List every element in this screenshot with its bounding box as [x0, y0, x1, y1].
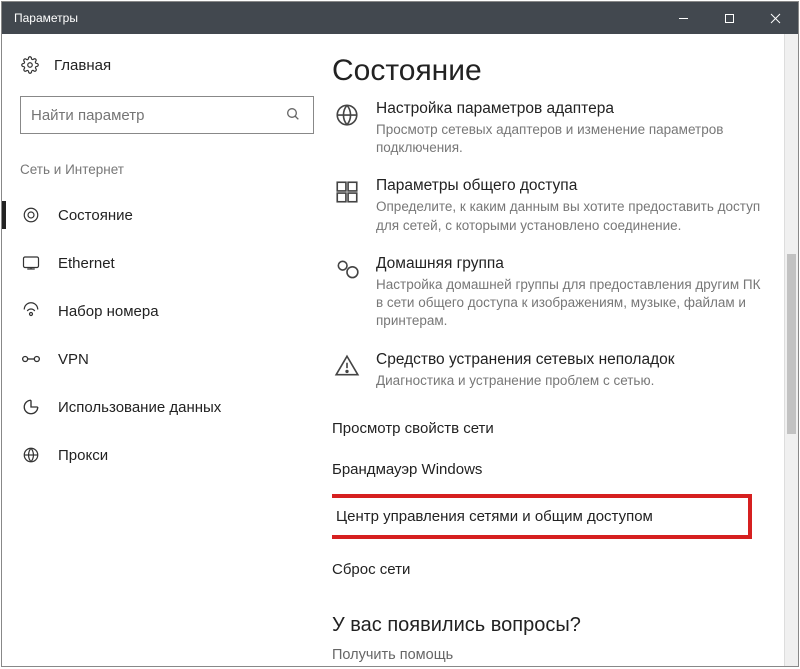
option-title: Настройка параметров адаптера: [376, 100, 766, 118]
link-help[interactable]: Получить помощь: [332, 647, 786, 663]
main-panel: Состояние Настройка параметров адаптера …: [332, 34, 798, 666]
status-icon: [20, 206, 42, 224]
option-sharing[interactable]: Параметры общего доступа Определите, к к…: [332, 177, 786, 234]
section-label: Сеть и Интернет: [20, 162, 314, 177]
sidebar-item-proxy[interactable]: Прокси: [2, 431, 314, 479]
option-title: Домашняя группа: [376, 255, 766, 273]
link-reset[interactable]: Сброс сети: [332, 551, 786, 588]
option-adapter[interactable]: Настройка параметров адаптера Просмотр с…: [332, 100, 786, 157]
minimize-button[interactable]: [660, 2, 706, 34]
dialup-icon: [20, 302, 42, 320]
window-title: Параметры: [14, 11, 660, 25]
option-troubleshoot[interactable]: Средство устранения сетевых неполадок Ди…: [332, 351, 786, 390]
globe-icon: [332, 100, 362, 157]
close-button[interactable]: [752, 2, 798, 34]
scrollbar[interactable]: [784, 34, 798, 666]
link-sharing-center-highlighted[interactable]: Центр управления сетями и общим доступом: [332, 494, 752, 539]
sidebar-item-label: Состояние: [58, 207, 133, 224]
sidebar-item-label: Набор номера: [58, 303, 159, 320]
sidebar-item-data-usage[interactable]: Использование данных: [2, 383, 314, 431]
option-desc: Диагностика и устранение проблем с сетью…: [376, 372, 675, 390]
link-firewall[interactable]: Брандмауэр Windows: [332, 451, 786, 488]
sidebar: Главная Сеть и Интернет Состояние: [2, 34, 332, 666]
sidebar-item-label: Ethernet: [58, 255, 115, 272]
maximize-button[interactable]: [706, 2, 752, 34]
search-input[interactable]: [31, 107, 285, 124]
page-heading: Состояние: [332, 54, 786, 88]
option-homegroup[interactable]: Домашняя группа Настройка домашней групп…: [332, 255, 786, 331]
homegroup-icon: [332, 255, 362, 331]
questions-heading: У вас появились вопросы?: [332, 614, 786, 637]
link-view-properties[interactable]: Просмотр свойств сети: [332, 410, 786, 447]
option-title: Параметры общего доступа: [376, 177, 766, 195]
sharing-icon: [332, 177, 362, 234]
search-icon: [285, 106, 303, 125]
vpn-icon: [20, 352, 42, 366]
option-desc: Просмотр сетевых адаптеров и изменение п…: [376, 121, 766, 157]
warning-icon: [332, 351, 362, 390]
option-desc: Настройка домашней группы для предоставл…: [376, 276, 766, 331]
sidebar-item-label: Использование данных: [58, 399, 221, 416]
proxy-icon: [20, 446, 42, 464]
datausage-icon: [20, 398, 42, 416]
sidebar-item-ethernet[interactable]: Ethernet: [2, 239, 314, 287]
gear-icon: [20, 56, 40, 74]
option-desc: Определите, к каким данным вы хотите пре…: [376, 198, 766, 234]
option-title: Средство устранения сетевых неполадок: [376, 351, 675, 369]
sidebar-item-status[interactable]: Состояние: [2, 191, 314, 239]
sidebar-item-dialup[interactable]: Набор номера: [2, 287, 314, 335]
sidebar-item-label: Прокси: [58, 447, 108, 464]
home-label: Главная: [54, 57, 111, 74]
link-sharing-center-label: Центр управления сетями и общим доступом: [336, 508, 653, 525]
ethernet-icon: [20, 254, 42, 272]
sidebar-item-vpn[interactable]: VPN: [2, 335, 314, 383]
titlebar: Параметры: [2, 2, 798, 34]
home-link[interactable]: Главная: [20, 56, 314, 74]
scrollbar-thumb[interactable]: [787, 254, 796, 434]
sidebar-item-label: VPN: [58, 351, 89, 368]
search-input-container[interactable]: [20, 96, 314, 134]
